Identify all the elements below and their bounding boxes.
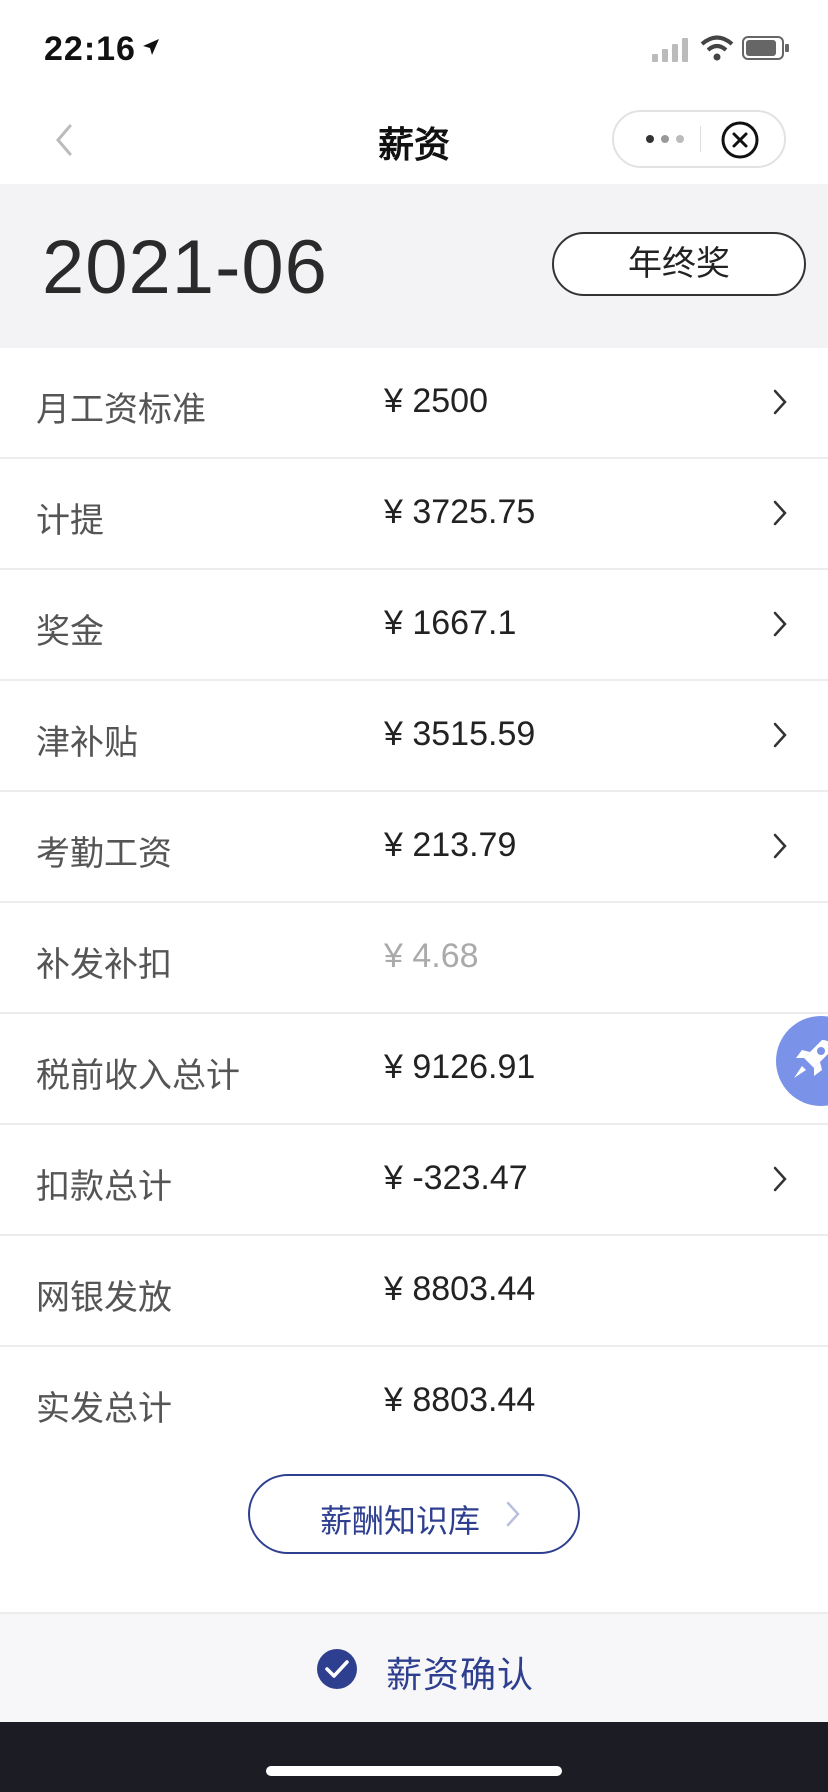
nav-bar: 薪资 (0, 96, 828, 184)
miniprogram-capsule (612, 110, 786, 168)
row-label: 考勤工资 (36, 835, 172, 873)
check-circle-icon (317, 1649, 357, 1689)
location-arrow-icon (143, 39, 159, 55)
row-value: ¥ 8803.44 (384, 1270, 536, 1308)
home-indicator[interactable] (266, 1766, 562, 1776)
period-header: 2021-06 年终奖 (0, 184, 828, 348)
chevron-right-icon (773, 1166, 787, 1192)
row-value: ¥ 2500 (384, 382, 488, 420)
year-end-bonus-button[interactable]: 年终奖 (552, 232, 806, 296)
row-label: 实发总计 (36, 1390, 172, 1428)
knowledge-base-label: 薪酬知识库 (320, 1503, 481, 1539)
salary-row-net-pay: 实发总计 ¥ 8803.44 (0, 1347, 828, 1458)
row-value: ¥ -323.47 (384, 1159, 528, 1197)
row-value: ¥ 3725.75 (384, 493, 536, 531)
status-time: 22:16 (44, 30, 136, 68)
salary-row-deduction-total[interactable]: 扣款总计 ¥ -323.47 (0, 1125, 828, 1236)
row-value: ¥ 213.79 (384, 826, 517, 864)
row-label: 扣款总计 (36, 1168, 172, 1206)
knowledge-base-button[interactable]: 薪酬知识库 (248, 1474, 580, 1554)
salary-period[interactable]: 2021-06 (42, 224, 328, 311)
row-value: ¥ 9126.91 (384, 1048, 536, 1086)
row-value: ¥ 4.68 (384, 937, 479, 975)
cellular-signal-icon (652, 38, 688, 62)
salary-row-attendance-pay[interactable]: 考勤工资 ¥ 213.79 (0, 792, 828, 903)
salary-row-monthly-standard[interactable]: 月工资标准 ¥ 2500 (0, 348, 828, 459)
row-label: 津补贴 (36, 724, 138, 762)
salary-row-allowance[interactable]: 津补贴 ¥ 3515.59 (0, 681, 828, 792)
more-dots-icon[interactable] (630, 112, 700, 166)
chevron-right-icon (773, 833, 787, 859)
close-circle-icon[interactable] (720, 120, 760, 160)
row-label: 税前收入总计 (36, 1057, 240, 1095)
chevron-right-icon (773, 500, 787, 526)
salary-row-accrual[interactable]: 计提 ¥ 3725.75 (0, 459, 828, 570)
row-value: ¥ 3515.59 (384, 715, 536, 753)
wifi-icon (700, 35, 734, 61)
salary-list: 月工资标准 ¥ 2500 计提 ¥ 3725.75 奖金 ¥ 1667.1 津补贴 ¥ 351… (0, 348, 828, 1458)
row-label: 补发补扣 (36, 946, 172, 984)
rocket-icon (794, 1040, 828, 1078)
row-label: 月工资标准 (36, 391, 206, 429)
row-label: 计提 (36, 502, 104, 540)
salary-row-pre-tax-total: 税前收入总计 ¥ 9126.91 (0, 1014, 828, 1125)
salary-row-adjustment: 补发补扣 ¥ 4.68 (0, 903, 828, 1014)
salary-row-bank-payout: 网银发放 ¥ 8803.44 (0, 1236, 828, 1347)
row-label: 奖金 (36, 613, 104, 651)
salary-confirm-label: 薪资确认 (386, 1654, 535, 1695)
chevron-right-icon (773, 722, 787, 748)
row-value: ¥ 1667.1 (384, 604, 517, 642)
capsule-divider (700, 126, 701, 152)
row-label: 网银发放 (36, 1279, 172, 1317)
battery-icon (742, 36, 789, 60)
salary-row-bonus[interactable]: 奖金 ¥ 1667.1 (0, 570, 828, 681)
status-bar: 22:16 (0, 0, 828, 96)
chevron-right-icon (506, 1501, 520, 1527)
chevron-right-icon (773, 611, 787, 637)
chevron-right-icon (773, 389, 787, 415)
row-value: ¥ 8803.44 (384, 1381, 536, 1419)
home-indicator-area (0, 1722, 828, 1792)
salary-confirm-button[interactable]: 薪资确认 (0, 1612, 828, 1722)
